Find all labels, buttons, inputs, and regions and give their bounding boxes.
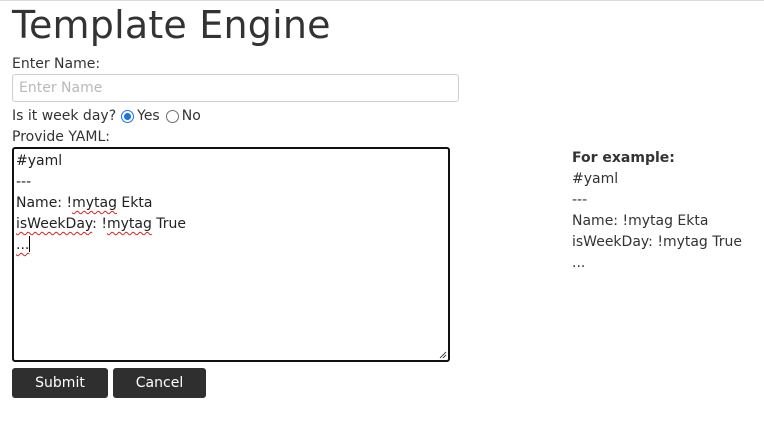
- yaml-line: Name: !mytag Ekta: [16, 193, 446, 214]
- yaml-text: Name: !: [16, 195, 73, 211]
- weekday-row: Is it week day? Yes No: [12, 106, 201, 126]
- yaml-text: : !: [92, 216, 107, 232]
- example-line: Name: !mytag Ekta: [572, 213, 709, 229]
- radio-no[interactable]: [165, 109, 179, 123]
- page-title: Template Engine: [12, 3, 331, 47]
- spellcheck-word: ...: [16, 237, 30, 253]
- yaml-line: ...: [16, 235, 446, 256]
- text-caret: [29, 236, 31, 252]
- radio-no-label[interactable]: No: [182, 108, 201, 124]
- spellcheck-word: mytag: [106, 216, 152, 232]
- radio-yes-label[interactable]: Yes: [137, 108, 160, 124]
- yaml-line: ---: [16, 172, 446, 193]
- radio-yes[interactable]: [121, 109, 135, 123]
- yaml-label: Provide YAML:: [12, 129, 110, 145]
- submit-button[interactable]: Submit: [12, 368, 108, 398]
- resize-grip-icon[interactable]: [439, 351, 447, 359]
- spellcheck-word: mytag: [72, 195, 117, 211]
- yaml-line: #yaml: [16, 151, 446, 172]
- example-line: ...: [572, 255, 586, 271]
- example-line: #yaml: [572, 171, 619, 187]
- example-heading: For example:: [572, 150, 675, 166]
- cancel-button[interactable]: Cancel: [113, 368, 206, 398]
- name-input[interactable]: [12, 74, 459, 102]
- example-panel: For example: #yaml --- Name: !mytag Ekta…: [572, 148, 742, 274]
- example-line: isWeekDay: !mytag True: [572, 234, 743, 250]
- yaml-text: True: [151, 216, 187, 232]
- weekday-question: Is it week day?: [12, 108, 117, 124]
- example-line: ---: [572, 192, 588, 208]
- yaml-text: #yaml: [16, 153, 63, 169]
- yaml-text: Ekta: [116, 195, 153, 211]
- top-divider: [0, 0, 764, 1]
- yaml-line: isWeekDay: !mytag True: [16, 214, 446, 235]
- name-label: Enter Name:: [12, 56, 101, 72]
- spellcheck-word: isWeekDay: [16, 216, 93, 232]
- yaml-textarea[interactable]: #yaml --- Name: !mytag Ekta isWeekDay: !…: [12, 147, 450, 362]
- yaml-text: ---: [16, 174, 32, 190]
